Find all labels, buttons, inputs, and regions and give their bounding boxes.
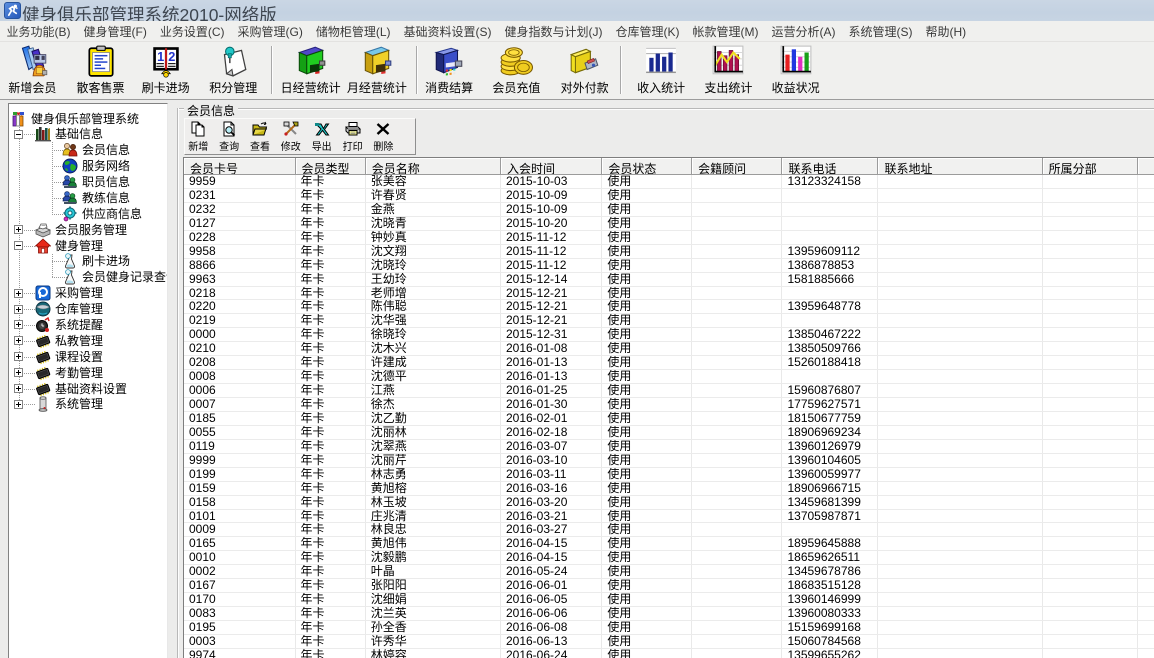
svg-text:2: 2 <box>168 49 175 64</box>
svg-text:1: 1 <box>157 49 164 64</box>
